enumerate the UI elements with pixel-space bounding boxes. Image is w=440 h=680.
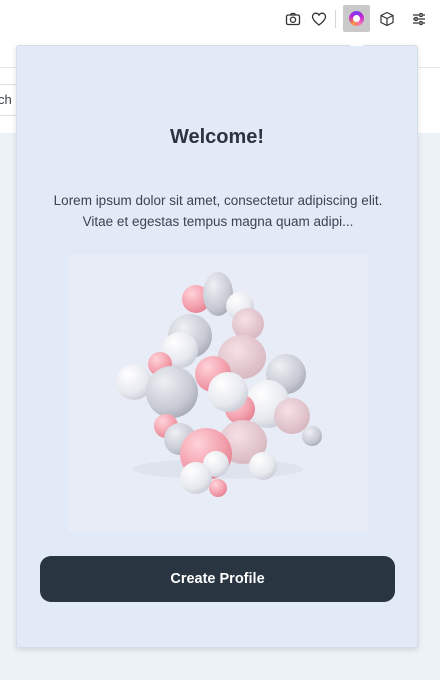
- extension-popup: Welcome! Lorem ipsum dolor sit amet, con…: [16, 45, 418, 648]
- heart-icon[interactable]: [307, 7, 331, 31]
- popup-description: Lorem ipsum dolor sit amet, consectetur …: [53, 193, 383, 229]
- search-partial-text: ch: [0, 92, 12, 107]
- toolbar-divider: [335, 10, 336, 28]
- create-profile-button[interactable]: Create Profile: [40, 556, 395, 602]
- browser-toolbar: [0, 0, 440, 38]
- camera-icon[interactable]: [281, 7, 305, 31]
- popup-title: Welcome!: [169, 126, 265, 148]
- cube-icon[interactable]: [375, 7, 399, 31]
- extension-button[interactable]: [343, 5, 370, 32]
- extension-logo-icon: [349, 11, 364, 26]
- sliders-icon[interactable]: [407, 7, 431, 31]
- blob-cluster: [116, 272, 322, 497]
- popup-caret: [350, 38, 364, 46]
- abstract-blobs-illustration: [68, 254, 368, 532]
